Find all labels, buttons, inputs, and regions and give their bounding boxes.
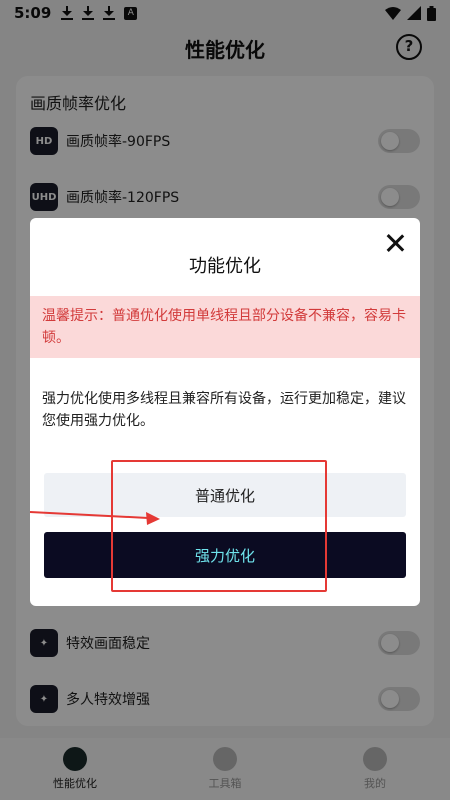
- annotation-arrow-icon: [29, 511, 160, 525]
